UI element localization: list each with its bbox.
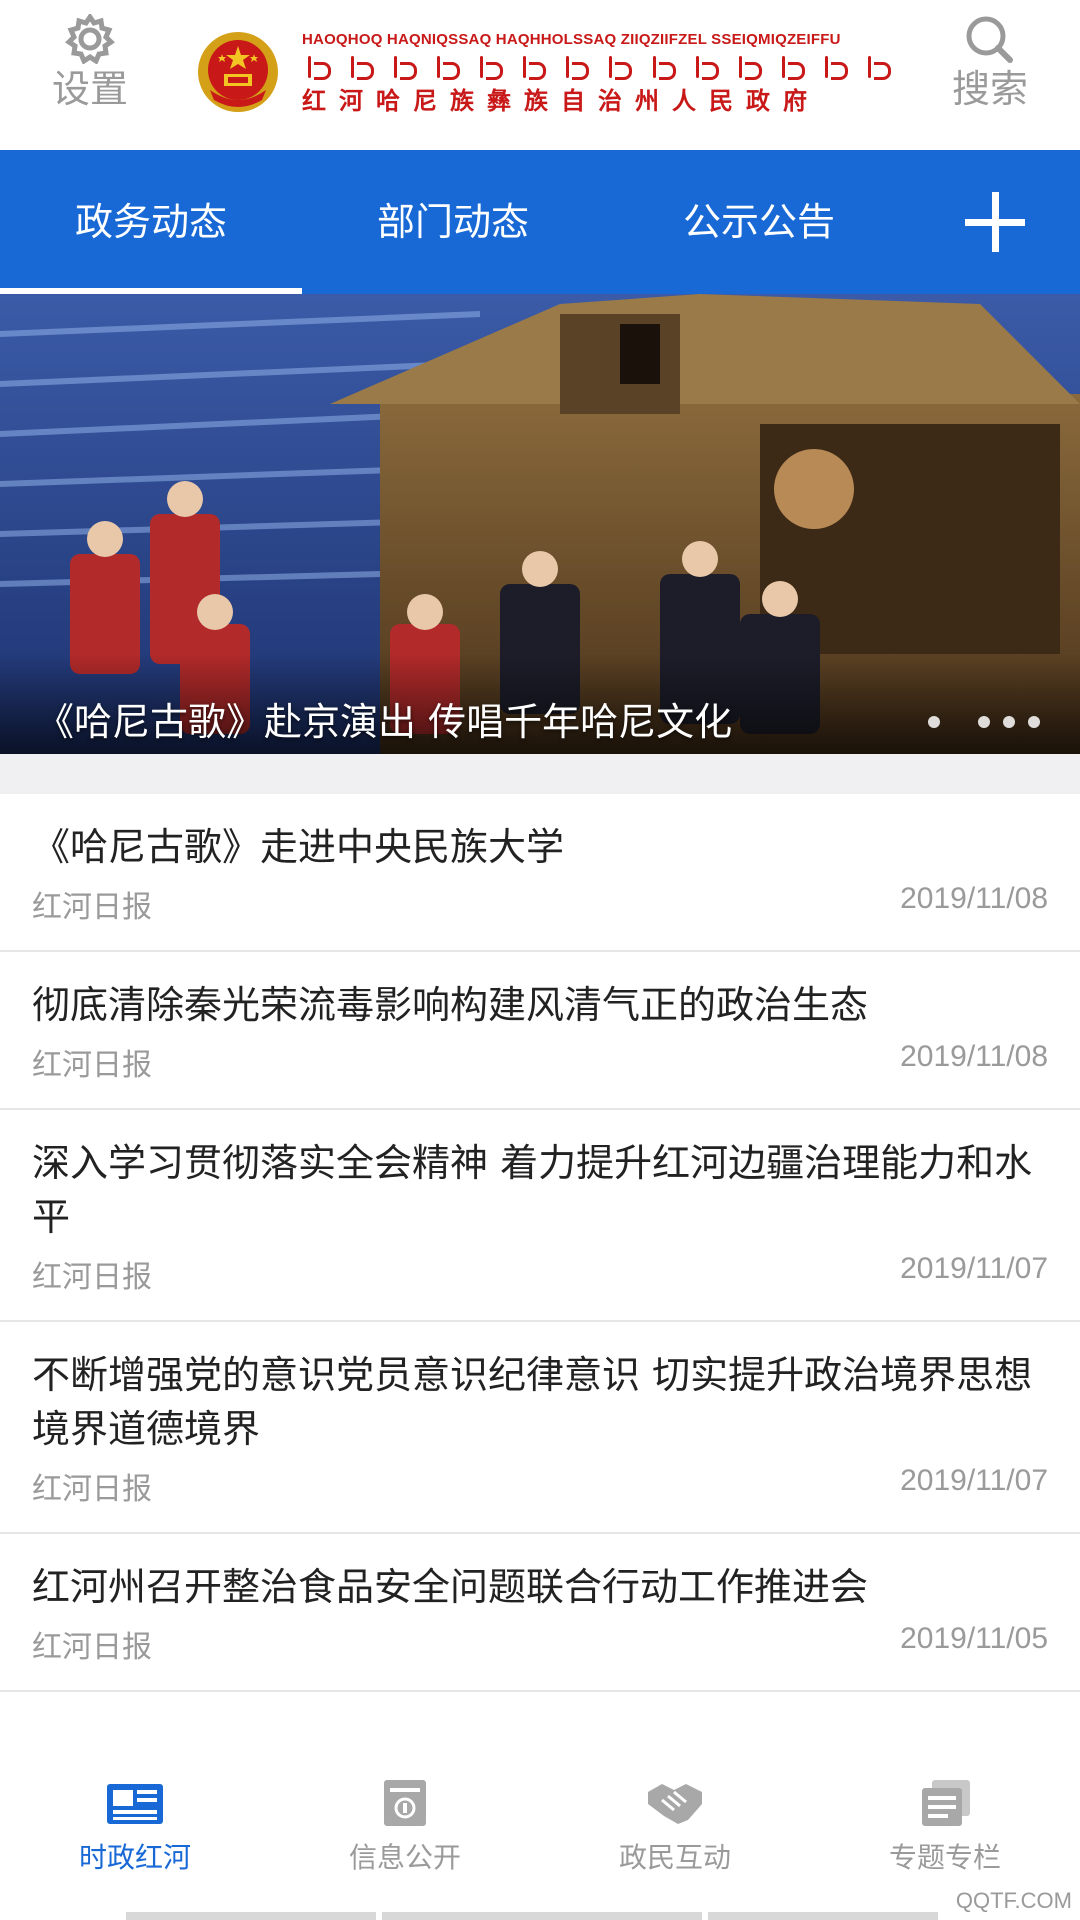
news-title: 彻底清除秦光荣流毒影响构建风清气正的政治生态 <box>32 983 869 1027</box>
search-icon <box>966 16 1013 63</box>
nav-label: 政民互动 <box>618 1841 731 1874</box>
news-source: 红河日报 <box>32 1048 152 1083</box>
settings-button[interactable]: 设置 <box>30 14 150 112</box>
news-item[interactable]: 《哈尼古歌》走进中央民族大学 红河日报 2019/11/08 <box>0 794 1080 952</box>
news-date: 2019/11/07 <box>900 1252 1048 1285</box>
settings-label: 设置 <box>51 67 128 111</box>
nav-current-affairs[interactable]: 时政红河 <box>0 1778 270 1876</box>
tab-department-news[interactable]: 部门动态 <box>302 150 604 294</box>
nav-public-interaction[interactable]: 政民互动 <box>540 1778 810 1876</box>
title-latin: HAOQHOQ HAQNIQSSAQ HAQHHOLSSAQ ZIIQZIIFZ… <box>302 31 841 48</box>
category-tabs: 政务动态 部门动态 公示公告 <box>0 150 1080 294</box>
section-divider <box>0 754 1080 794</box>
news-item[interactable]: 彻底清除秦光荣流毒影响构建风清气正的政治生态 红河日报 2019/11/08 <box>0 952 1080 1110</box>
tab-public-notices[interactable]: 公示公告 <box>604 150 914 294</box>
nav-label: 时政红河 <box>78 1841 191 1874</box>
news-title: 红河州召开整治食品安全问题联合行动工作推进会 <box>32 1565 869 1609</box>
news-date: 2019/11/08 <box>900 882 1048 915</box>
news-title: 不断增强党的意识党员意识纪律意识 切实提升政治境界思想境界道德境界 <box>32 1353 1033 1451</box>
banner-caption[interactable]: 《哈尼古歌》赴京演出 传唱千年哈尼文化 <box>36 694 732 750</box>
search-button[interactable]: 搜索 <box>930 14 1050 112</box>
news-date: 2019/11/05 <box>900 1622 1048 1655</box>
nav-label: 专题专栏 <box>888 1841 1001 1874</box>
news-title: 《哈尼古歌》走进中央民族大学 <box>32 825 565 869</box>
carousel-dot <box>1028 716 1040 728</box>
banner-carousel[interactable] <box>0 294 1080 754</box>
watermark: QQTF.COM <box>955 1888 1072 1913</box>
national-emblem-logo <box>196 30 280 114</box>
nav-bar-segment <box>708 1912 938 1920</box>
carousel-dot <box>928 716 940 728</box>
news-list: 《哈尼古歌》走进中央民族大学 红河日报 2019/11/08 彻底清除秦光荣流毒… <box>0 794 1080 1692</box>
banner-image <box>0 294 1080 754</box>
news-title: 深入学习贯彻落实全会精神 着力提升红河边疆治理能力和水平 <box>32 1141 1033 1239</box>
document-icon <box>384 1780 426 1826</box>
carousel-dot <box>978 716 990 728</box>
newspaper-icon <box>107 1784 163 1824</box>
nav-bar-segment <box>126 1912 376 1920</box>
title-yi-script <box>302 54 892 84</box>
news-source: 红河日报 <box>32 1472 152 1507</box>
carousel-indicator <box>928 716 1048 730</box>
news-item[interactable]: 不断增强党的意识党员意识纪律意识 切实提升政治境界思想境界道德境界 红河日报 2… <box>0 1322 1080 1534</box>
news-date: 2019/11/07 <box>900 1464 1048 1497</box>
news-date: 2019/11/08 <box>900 1040 1048 1073</box>
topics-icon <box>922 1780 970 1826</box>
plus-icon[interactable] <box>940 180 1050 264</box>
title-chinese: 红河哈尼族彝族自治州人民政府 <box>302 87 820 115</box>
government-title: HAOQHOQ HAQNIQSSAQ HAQHHOLSSAQ ZIIQZIIFZ… <box>302 30 892 116</box>
news-item[interactable]: 深入学习贯彻落实全会精神 着力提升红河边疆治理能力和水平 红河日报 2019/1… <box>0 1110 1080 1322</box>
news-source: 红河日报 <box>32 1630 152 1665</box>
bottom-navigation: 时政红河 信息公开 政民互动 专题专栏 <box>0 1748 1080 1920</box>
news-source: 红河日报 <box>32 890 152 925</box>
search-label: 搜索 <box>951 67 1028 111</box>
app-header: 设置 HAOQHOQ HAQNIQSSAQ HAQHHOLSSAQ ZIIQZI… <box>0 0 1080 150</box>
news-source: 红河日报 <box>32 1260 152 1295</box>
nav-info-disclosure[interactable]: 信息公开 <box>270 1778 540 1876</box>
nav-bar-segment <box>382 1912 702 1920</box>
news-item[interactable]: 红河州召开整治食品安全问题联合行动工作推进会 红河日报 2019/11/05 <box>0 1534 1080 1692</box>
carousel-dot <box>1003 716 1015 728</box>
tab-government-news[interactable]: 政务动态 <box>0 150 302 294</box>
gear-icon <box>65 14 115 64</box>
nav-label: 信息公开 <box>348 1841 461 1874</box>
handshake-icon <box>648 1784 702 1824</box>
nav-special-topics[interactable]: 专题专栏 <box>810 1778 1080 1876</box>
